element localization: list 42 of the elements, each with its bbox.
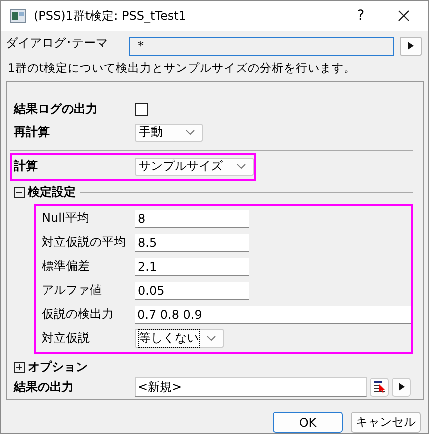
input-field[interactable]: 0.7 0.8 0.9	[134, 306, 411, 324]
sheet-picker-button[interactable]	[370, 378, 389, 397]
field-label: 結果の出力	[14, 378, 75, 396]
output-menu-button[interactable]	[392, 378, 411, 397]
dropdown[interactable]: サンプルサイズ	[135, 158, 254, 176]
chevron-down-icon	[207, 336, 216, 342]
field-label: 再計算	[14, 124, 51, 142]
field-label: 標準偏差	[42, 258, 91, 276]
window-title: (PSS)1群t検定: PSS_tTest1	[34, 8, 188, 24]
theme-label: ダイアログ･テーマ	[6, 35, 109, 52]
ok-button[interactable]: OK	[273, 412, 343, 433]
input-field[interactable]: 0.05	[135, 282, 249, 300]
checkbox[interactable]	[135, 103, 148, 116]
sheet-arrow-icon	[372, 380, 386, 394]
play-icon	[408, 42, 414, 50]
chevron-down-icon	[186, 130, 195, 136]
input-field[interactable]: 8	[135, 210, 249, 228]
field-label: 対立仮説の平均	[42, 234, 127, 252]
close-icon[interactable]	[398, 10, 410, 22]
section-header: オプション	[28, 359, 88, 376]
dropdown[interactable]: 等しくない	[135, 329, 224, 348]
field-label: アルファ値	[42, 282, 103, 300]
play-icon	[398, 383, 404, 392]
section-header: 検定設定	[28, 184, 76, 202]
cancel-button[interactable]: キャンセル	[351, 412, 421, 433]
field-label: 対立仮説	[42, 330, 91, 348]
description: 1群のt検定について検出力とサンプルサイズの分析を行います。	[7, 61, 357, 77]
field-label: 仮説の検出力	[42, 306, 115, 324]
collapse-icon[interactable]	[14, 187, 25, 198]
app-icon	[10, 9, 26, 23]
expand-icon[interactable]	[14, 362, 25, 374]
chevron-down-icon	[237, 164, 246, 170]
theme-menu-button[interactable]	[400, 36, 422, 56]
field-label: 結果ログの出力	[14, 101, 99, 118]
field-label: Null平均	[42, 210, 90, 228]
dropdown[interactable]: 手動	[135, 124, 203, 142]
output-field[interactable]: <新規>	[135, 377, 367, 398]
theme-field[interactable]: *	[129, 36, 394, 56]
input-field[interactable]: 8.5	[135, 234, 249, 252]
input-field[interactable]: 2.1	[135, 258, 249, 276]
help-button[interactable]: ?	[346, 8, 376, 24]
field-label: 計算	[14, 158, 39, 176]
